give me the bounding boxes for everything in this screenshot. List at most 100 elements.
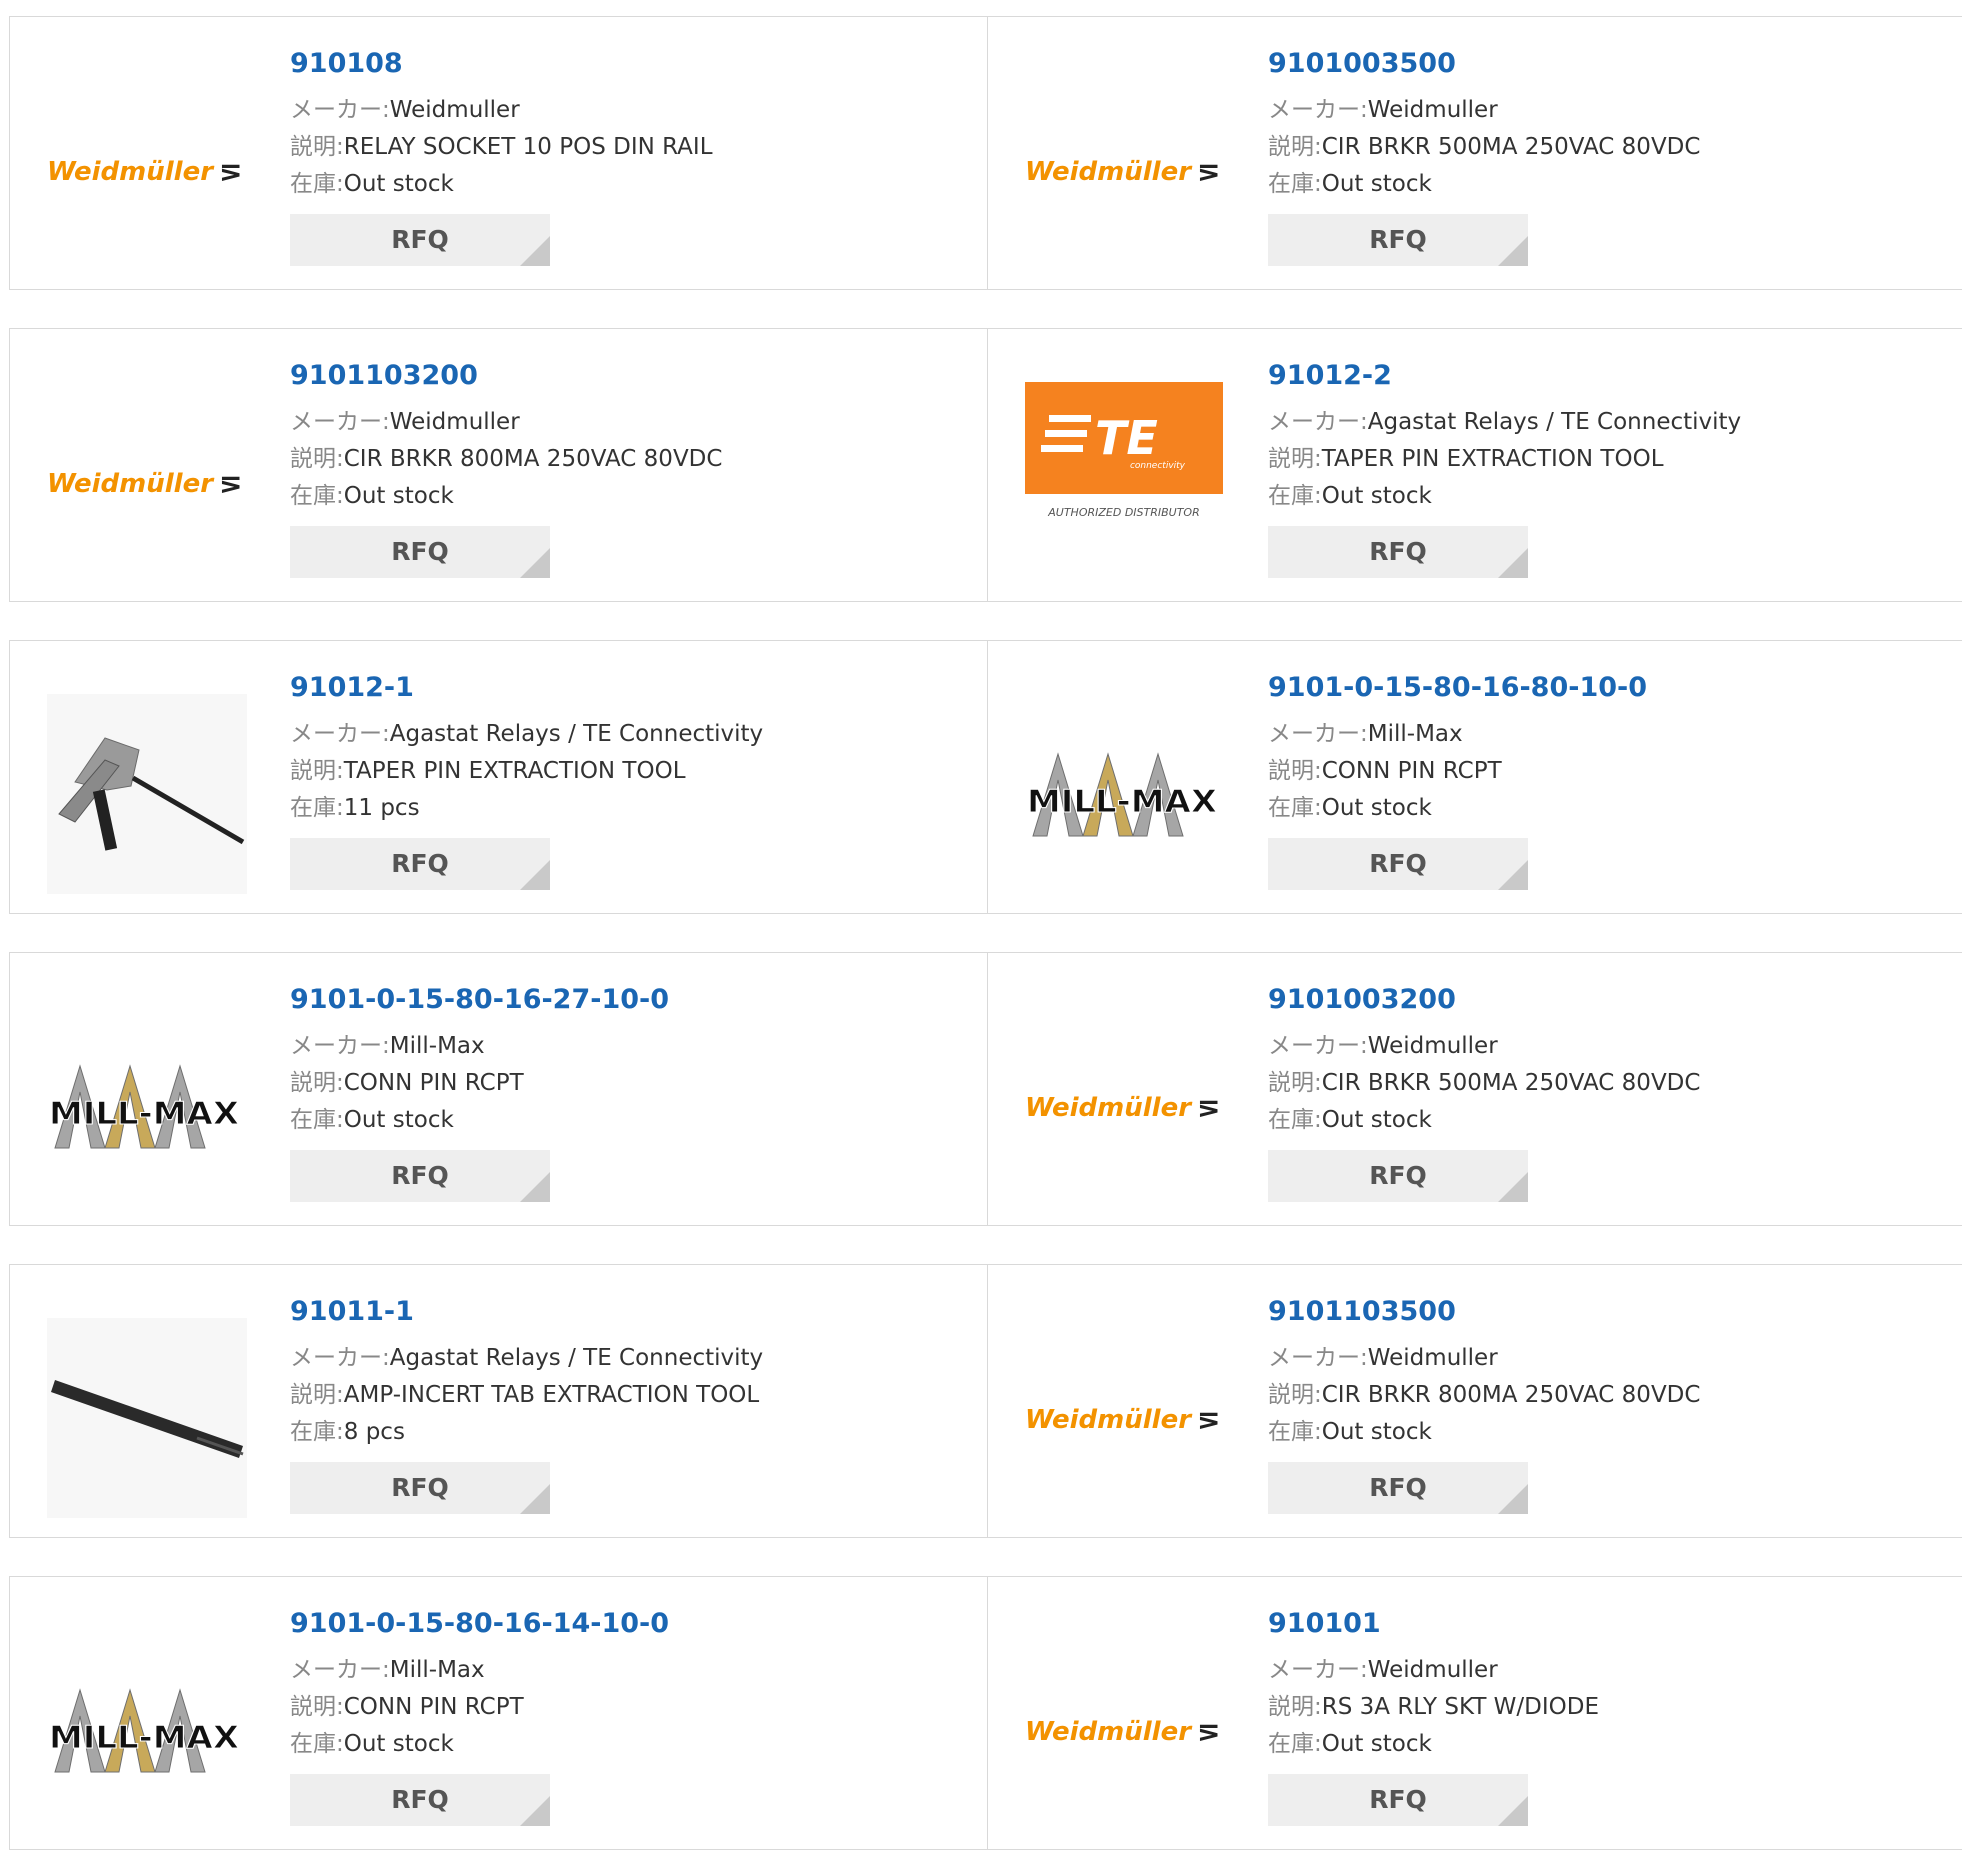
stock-value: Out stock <box>1321 795 1432 821</box>
rfq-button[interactable]: RFQ <box>1268 1774 1528 1826</box>
rfq-button-label: RFQ <box>391 1161 449 1190</box>
mill-max-logo-text: MILL-MAX <box>49 1720 239 1756</box>
maker-label: メーカー: <box>290 409 390 435</box>
rfq-button[interactable]: RFQ <box>1268 838 1528 890</box>
product-row: MILL-MAX 9101-0-15-80-16-27-10-0 メーカー:Mill… <box>9 952 1962 1226</box>
rfq-button[interactable]: RFQ <box>290 838 550 890</box>
extraction-tool-gun-image <box>47 694 247 894</box>
description-value: CONN PIN RCPT <box>343 1694 524 1720</box>
rfq-button[interactable]: RFQ <box>1268 526 1528 578</box>
maker-label: メーカー: <box>290 721 390 747</box>
rfq-button[interactable]: RFQ <box>1268 214 1528 266</box>
stock-label: 在庫: <box>1268 1731 1322 1757</box>
weidmuller-symbol-icon: ⋝ <box>1197 155 1220 188</box>
rfq-button[interactable]: RFQ <box>1268 1150 1528 1202</box>
maker-value: Weidmuller <box>1367 1345 1498 1371</box>
rfq-button[interactable]: RFQ <box>290 1150 550 1202</box>
rfq-button[interactable]: RFQ <box>290 1462 550 1514</box>
description-line: 説明:TAPER PIN EXTRACTION TOOL <box>1268 441 1741 478</box>
rfq-button-label: RFQ <box>391 537 449 566</box>
description-value: TAPER PIN EXTRACTION TOOL <box>343 758 686 784</box>
rfq-button[interactable]: RFQ <box>290 1774 550 1826</box>
stock-value: Out stock <box>343 1731 454 1757</box>
description-value: CIR BRKR 800MA 250VAC 80VDC <box>1321 1382 1701 1408</box>
weidmuller-logo-text: Weidmüller <box>1025 1405 1193 1435</box>
maker-line: メーカー:Weidmuller <box>1268 1340 1700 1377</box>
stock-label: 在庫: <box>290 795 344 821</box>
part-number-link[interactable]: 9101103500 <box>1268 1295 1700 1329</box>
rfq-button-label: RFQ <box>391 1785 449 1814</box>
weidmuller-symbol-icon: ⋝ <box>219 155 242 188</box>
maker-line: メーカー:Weidmuller <box>290 92 713 129</box>
rfq-button[interactable]: RFQ <box>1268 1462 1528 1514</box>
rfq-button[interactable]: RFQ <box>290 526 550 578</box>
maker-label: メーカー: <box>1268 97 1368 123</box>
product-info: 9101003500 メーカー:Weidmuller 説明:CIR BRKR 500… <box>1268 47 1700 266</box>
maker-label: メーカー: <box>290 1345 390 1371</box>
description-line: 説明:RS 3A RLY SKT W/DIODE <box>1268 1689 1599 1726</box>
part-number-link[interactable]: 91011-1 <box>290 1295 763 1329</box>
maker-label: メーカー: <box>1268 1657 1368 1683</box>
rfq-button-label: RFQ <box>391 849 449 878</box>
part-number-link[interactable]: 91012-2 <box>1268 359 1741 393</box>
product-card: Weidmüller ⋝ 9101103500 メーカー:Weidmuller 説明:C… <box>988 1265 1962 1537</box>
rfq-button-label: RFQ <box>1369 1785 1427 1814</box>
description-line: 説明:AMP-INCERT TAB EXTRACTION TOOL <box>290 1377 763 1414</box>
description-line: 説明:CIR BRKR 800MA 250VAC 80VDC <box>290 441 722 478</box>
description-value: CIR BRKR 500MA 250VAC 80VDC <box>1321 134 1701 160</box>
description-label: 説明: <box>1268 446 1322 472</box>
product-info: 910101 メーカー:Weidmuller 説明:RS 3A RLY SKT W/… <box>1268 1607 1599 1826</box>
part-number-link[interactable]: 91012-1 <box>290 671 763 705</box>
product-info: 91012-2 メーカー:Agastat Relays / TE Connecti… <box>1268 359 1741 578</box>
part-number-link[interactable]: 9101-0-15-80-16-27-10-0 <box>290 983 669 1017</box>
description-value: CIR BRKR 800MA 250VAC 80VDC <box>343 446 723 472</box>
product-card: MILL-MAX 9101-0-15-80-16-14-10-0 メーカー:Mill… <box>10 1577 986 1849</box>
corner-triangle-icon <box>520 1172 550 1202</box>
description-value: CONN PIN RCPT <box>343 1070 524 1096</box>
part-number-link[interactable]: 910108 <box>290 47 713 81</box>
maker-line: メーカー:Mill-Max <box>1268 716 1647 753</box>
weidmuller-symbol-icon: ⋝ <box>1197 1715 1220 1748</box>
mill-max-logo: MILL-MAX <box>1025 694 1225 894</box>
product-card: 91011-1 メーカー:Agastat Relays / TE Connecti… <box>10 1265 986 1537</box>
maker-value: Mill-Max <box>389 1657 485 1683</box>
part-number-link[interactable]: 9101003200 <box>1268 983 1700 1017</box>
maker-value: Mill-Max <box>389 1033 485 1059</box>
weidmuller-symbol-icon: ⋝ <box>1197 1403 1220 1436</box>
description-line: 説明:CONN PIN RCPT <box>1268 753 1647 790</box>
maker-value: Weidmuller <box>1367 1033 1498 1059</box>
maker-value: Agastat Relays / TE Connectivity <box>1367 409 1742 435</box>
stock-line: 在庫:Out stock <box>1268 478 1741 515</box>
stock-label: 在庫: <box>1268 1419 1322 1445</box>
stock-value: Out stock <box>343 483 454 509</box>
weidmuller-logo: Weidmüller ⋝ <box>1025 1006 1225 1206</box>
maker-label: メーカー: <box>290 1033 390 1059</box>
rfq-button-label: RFQ <box>1369 1473 1427 1502</box>
maker-label: メーカー: <box>290 1657 390 1683</box>
product-row: Weidmüller ⋝ 9101103200 メーカー:Weidmuller 説明:C… <box>9 328 1962 602</box>
part-number-link[interactable]: 9101003500 <box>1268 47 1700 81</box>
part-number-link[interactable]: 9101-0-15-80-16-80-10-0 <box>1268 671 1647 705</box>
stock-line: 在庫:Out stock <box>290 166 713 203</box>
part-number-link[interactable]: 9101-0-15-80-16-14-10-0 <box>290 1607 669 1641</box>
maker-line: メーカー:Mill-Max <box>290 1652 669 1689</box>
product-card: MILL-MAX 9101-0-15-80-16-27-10-0 メーカー:Mill… <box>10 953 986 1225</box>
maker-line: メーカー:Weidmuller <box>290 404 722 441</box>
rfq-button-label: RFQ <box>1369 849 1427 878</box>
description-label: 説明: <box>290 446 344 472</box>
description-label: 説明: <box>290 1694 344 1720</box>
rfq-button[interactable]: RFQ <box>290 214 550 266</box>
part-number-link[interactable]: 9101103200 <box>290 359 722 393</box>
weidmuller-symbol-icon: ⋝ <box>1197 1091 1220 1124</box>
maker-value: Agastat Relays / TE Connectivity <box>389 1345 764 1371</box>
stock-label: 在庫: <box>1268 171 1322 197</box>
stock-line: 在庫:Out stock <box>1268 1102 1700 1139</box>
maker-label: メーカー: <box>1268 1345 1368 1371</box>
description-line: 説明:CIR BRKR 500MA 250VAC 80VDC <box>1268 129 1700 166</box>
product-card: Weidmüller ⋝ 910101 メーカー:Weidmuller 説明:RS 3A… <box>988 1577 1962 1849</box>
maker-line: メーカー:Agastat Relays / TE Connectivity <box>290 716 763 753</box>
product-row: MILL-MAX 9101-0-15-80-16-14-10-0 メーカー:Mill… <box>9 1576 1962 1850</box>
stock-label: 在庫: <box>290 483 344 509</box>
maker-value: Weidmuller <box>389 97 520 123</box>
part-number-link[interactable]: 910101 <box>1268 1607 1599 1641</box>
